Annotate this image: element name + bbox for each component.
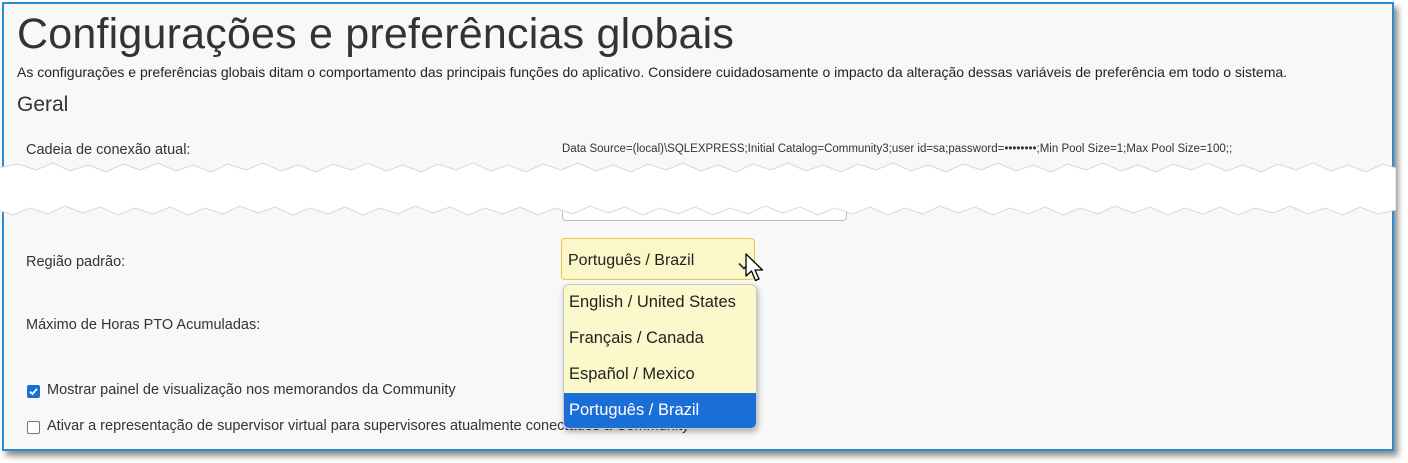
show-preview-checkbox[interactable] <box>27 385 40 398</box>
region-option-french[interactable]: Français / Canada <box>564 321 756 357</box>
page-description: As configurações e preferências globais … <box>17 64 1288 80</box>
default-region-select[interactable]: Português / Brazil <box>561 238 755 280</box>
region-options-dropdown[interactable]: English / United States Français / Canad… <box>563 284 757 429</box>
region-option-spanish[interactable]: Español / Mexico <box>564 357 756 393</box>
settings-panel: Configurações e preferências globais As … <box>2 2 1394 451</box>
default-region-label: Região padrão: <box>26 254 126 270</box>
pto-max-hours-label: Máximo de Horas PTO Acumuladas: <box>26 317 261 333</box>
mouse-pointer-icon <box>745 253 767 288</box>
default-region-selected-value: Português / Brazil <box>568 252 695 269</box>
torn-edge-divider <box>0 162 1396 216</box>
section-title-geral: Geral <box>17 93 69 116</box>
region-option-english[interactable]: English / United States <box>564 285 756 321</box>
show-preview-label: Mostrar painel de visualização nos memor… <box>47 382 456 398</box>
region-option-portuguese[interactable]: Português / Brazil <box>564 393 756 428</box>
check-icon <box>29 388 38 396</box>
page-title: Configurações e preferências globais <box>17 10 735 58</box>
virtual-supervisor-checkbox[interactable] <box>27 421 40 434</box>
